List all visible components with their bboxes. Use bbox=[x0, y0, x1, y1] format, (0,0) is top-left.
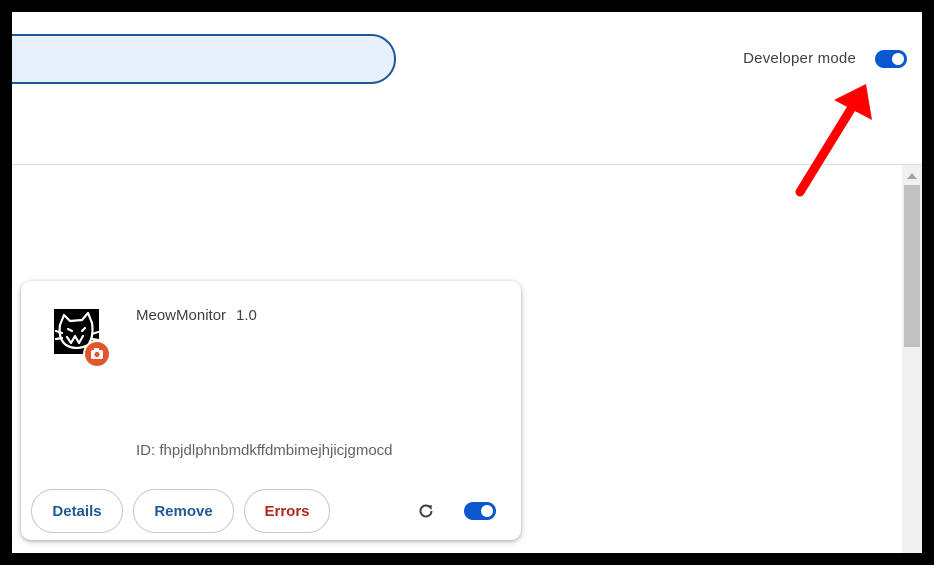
scrollbar[interactable] bbox=[902, 165, 922, 553]
extension-enable-toggle[interactable] bbox=[464, 502, 496, 520]
remove-button[interactable]: Remove bbox=[133, 489, 234, 533]
red-arrow-icon bbox=[795, 84, 872, 197]
developer-mode-label: Developer mode bbox=[743, 50, 856, 67]
camera-badge-icon bbox=[83, 340, 111, 368]
extension-title: MeowMonitor 1.0 bbox=[136, 307, 257, 324]
developer-mode-toggle[interactable] bbox=[875, 50, 907, 68]
errors-button[interactable]: Errors bbox=[244, 489, 330, 533]
scroll-up-arrow-icon[interactable] bbox=[907, 173, 917, 179]
scroll-thumb[interactable] bbox=[904, 185, 920, 347]
toggle-knob bbox=[892, 53, 904, 65]
extension-name: MeowMonitor bbox=[136, 307, 227, 324]
extension-card: MeowMonitor 1.0 ID: fhpjdlphnbmdkffdmbime… bbox=[21, 281, 521, 540]
reload-icon[interactable] bbox=[416, 501, 436, 521]
extension-id: ID: fhpjdlphnbmdkffdmbimejhjicjgmocd bbox=[136, 442, 393, 459]
extension-version: 1.0 bbox=[236, 307, 257, 324]
toggle-knob bbox=[481, 505, 493, 517]
details-button[interactable]: Details bbox=[31, 489, 123, 533]
search-input[interactable] bbox=[12, 34, 396, 84]
